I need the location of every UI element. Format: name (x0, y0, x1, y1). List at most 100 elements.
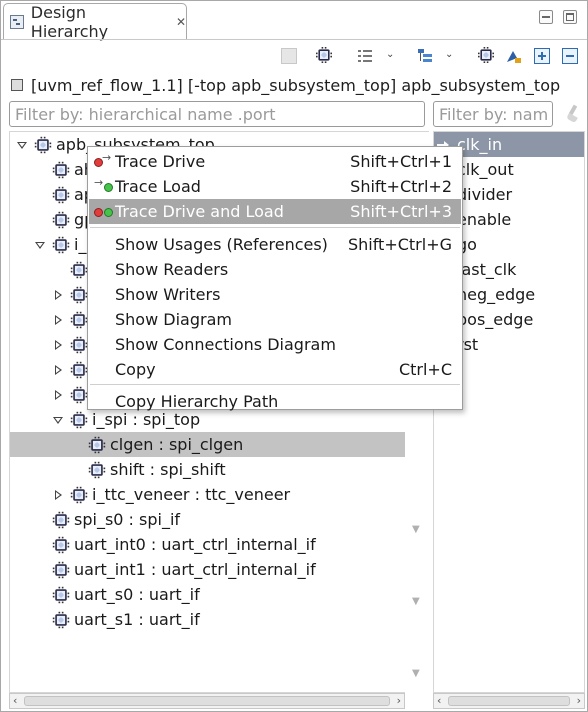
scroll-right-icon[interactable]: › (397, 694, 401, 708)
hierarchy-filter-input[interactable] (9, 101, 425, 127)
module-instance-icon (52, 511, 70, 528)
menu-icon-spacer (94, 364, 114, 376)
module-instance-icon (88, 436, 106, 453)
module-instance-icon (52, 186, 70, 203)
tree-row[interactable]: spi_s0 : spi_if (10, 507, 405, 532)
port-filter-input[interactable] (433, 101, 553, 127)
menu-item-shortcut: Ctrl+C (398, 360, 452, 379)
module-instance-icon (52, 561, 70, 578)
tree-row[interactable]: clgen : spi_clgen (10, 432, 405, 457)
tree-row[interactable]: i_ttc_veneer : ttc_veneer (10, 482, 405, 507)
tree-row[interactable]: uart_s1 : uart_if (10, 607, 405, 632)
list-icon[interactable] (357, 48, 373, 64)
menu-item-label: Show Connections Diagram (115, 335, 336, 354)
menu-item-trace-load[interactable]: Trace Load Shift+Ctrl+2 (89, 174, 461, 199)
tree-row[interactable]: uart_int1 : uart_ctrl_internal_if (10, 557, 405, 582)
chevron-down-icon[interactable]: ⌄ (445, 49, 453, 60)
menu-item-label: Show Usages (References) (115, 235, 328, 254)
menu-item-show-connections-diagram[interactable]: Show Connections Diagram (89, 332, 461, 357)
tab-title: Design Hierarchy (30, 2, 109, 41)
menu-item-show-usages-references[interactable]: Show Usages (References) Shift+Ctrl+G (89, 232, 461, 257)
menu-icon-spacer (94, 239, 114, 251)
menu-item-label: Show Readers (115, 260, 229, 279)
module-instance-icon (70, 261, 88, 278)
clear-filter-icon[interactable] (567, 105, 579, 123)
expand-twisty-icon[interactable] (52, 364, 64, 376)
library-icon (11, 79, 23, 91)
tree-row[interactable]: uart_s0 : uart_if (10, 582, 405, 607)
scroll-right-icon[interactable]: › (577, 694, 581, 708)
trace-drive-icon (94, 151, 114, 168)
menu-item-shortcut: Shift+Ctrl+3 (350, 202, 452, 221)
module-instance-icon (52, 211, 70, 228)
menu-item-copy-hierarchy-path[interactable]: Copy Hierarchy Path (89, 389, 461, 414)
menu-item-label: Copy Hierarchy Path (115, 392, 279, 411)
menu-icon-spacer (94, 289, 114, 301)
port-label: clk_in (457, 135, 503, 154)
tree-row-label: shift : spi_shift (110, 460, 226, 479)
menu-separator (90, 384, 460, 385)
tab-design-hierarchy[interactable]: Design Hierarchy ✕ (3, 2, 187, 41)
tree-horizontal-scrollbar[interactable]: ‹ › (9, 693, 405, 709)
menu-item-show-readers[interactable]: Show Readers (89, 257, 461, 282)
menu-item-trace-drive[interactable]: Trace Drive Shift+Ctrl+1 (89, 149, 461, 174)
tree-row-label: uart_s0 : uart_if (74, 585, 200, 604)
module-instance-icon (70, 411, 88, 428)
expand-twisty-icon[interactable] (52, 489, 64, 501)
paint-icon[interactable] (505, 48, 521, 64)
collapse-twisty-icon[interactable] (52, 414, 64, 426)
chevron-down-icon[interactable]: ⌄ (386, 49, 394, 60)
module-instance-icon (52, 236, 70, 253)
menu-item-copy[interactable]: Copy Ctrl+C (89, 357, 461, 382)
hierarchy-view-icon (10, 14, 24, 29)
port-label: enable (457, 210, 512, 229)
scrollbar-thumb[interactable] (448, 696, 570, 706)
scroll-end-icon[interactable]: ▼ (412, 668, 420, 679)
menu-item-label: Trace Drive (115, 152, 206, 171)
menu-item-show-diagram[interactable]: Show Diagram (89, 307, 461, 332)
expand-all-icon[interactable] (534, 48, 550, 64)
module-instance-icon (52, 536, 70, 553)
expand-twisty-icon[interactable] (52, 339, 64, 351)
tree-row-label: uart_int0 : uart_ctrl_internal_if (74, 535, 316, 554)
scroll-left-icon[interactable]: ‹ (13, 694, 17, 708)
menu-item-shortcut: Shift+Ctrl+1 (350, 152, 452, 171)
view-title-bar: Design Hierarchy ✕ (1, 1, 587, 41)
breadcrumb: [uvm_ref_flow_1.1] [-top apb_subsystem_t… (1, 73, 560, 97)
stop-icon[interactable] (281, 48, 297, 64)
expand-twisty-icon[interactable] (52, 314, 64, 326)
scroll-down-icon[interactable]: ▼ (412, 596, 420, 607)
collapse-twisty-icon[interactable] (34, 239, 46, 251)
tree-row[interactable]: shift : spi_shift (10, 457, 405, 482)
port-label: divider (457, 185, 513, 204)
tree-row[interactable]: uart_int0 : uart_ctrl_internal_if (10, 532, 405, 557)
port-label: last_clk (457, 260, 517, 279)
design-hierarchy-view: Design Hierarchy ✕ ⌄ ⌄ [uvm_ref_flow_1.1… (0, 0, 588, 712)
module-instance-icon (52, 161, 70, 178)
scroll-left-icon[interactable]: ‹ (437, 694, 441, 708)
expand-twisty-icon[interactable] (52, 289, 64, 301)
module-instance-icon (34, 136, 52, 153)
menu-item-trace-drive-and-load[interactable]: Trace Drive and Load Shift+Ctrl+3 (89, 199, 461, 224)
maximize-icon[interactable] (563, 10, 577, 24)
menu-item-label: Show Diagram (115, 310, 232, 329)
hierarchy-icon[interactable] (417, 48, 433, 64)
port-label: clk_out (457, 160, 514, 179)
collapse-twisty-icon[interactable] (16, 139, 28, 151)
scrollbar-thumb[interactable] (24, 696, 390, 706)
close-icon[interactable]: ✕ (176, 15, 186, 29)
expand-twisty-icon[interactable] (52, 389, 64, 401)
menu-item-show-writers[interactable]: Show Writers (89, 282, 461, 307)
tree-row-label: i_ttc_veneer : ttc_veneer (92, 485, 291, 504)
collapse-all-icon[interactable] (562, 48, 578, 64)
chip-icon[interactable] (477, 47, 495, 64)
chevron-down-icon[interactable]: ▼ (412, 524, 420, 535)
module-instance-icon (52, 611, 70, 628)
list-horizontal-scrollbar[interactable]: ‹ › (433, 693, 585, 709)
gear-icon[interactable] (315, 47, 333, 64)
minimize-icon[interactable] (539, 10, 553, 24)
menu-item-shortcut: Shift+Ctrl+G (347, 235, 452, 254)
